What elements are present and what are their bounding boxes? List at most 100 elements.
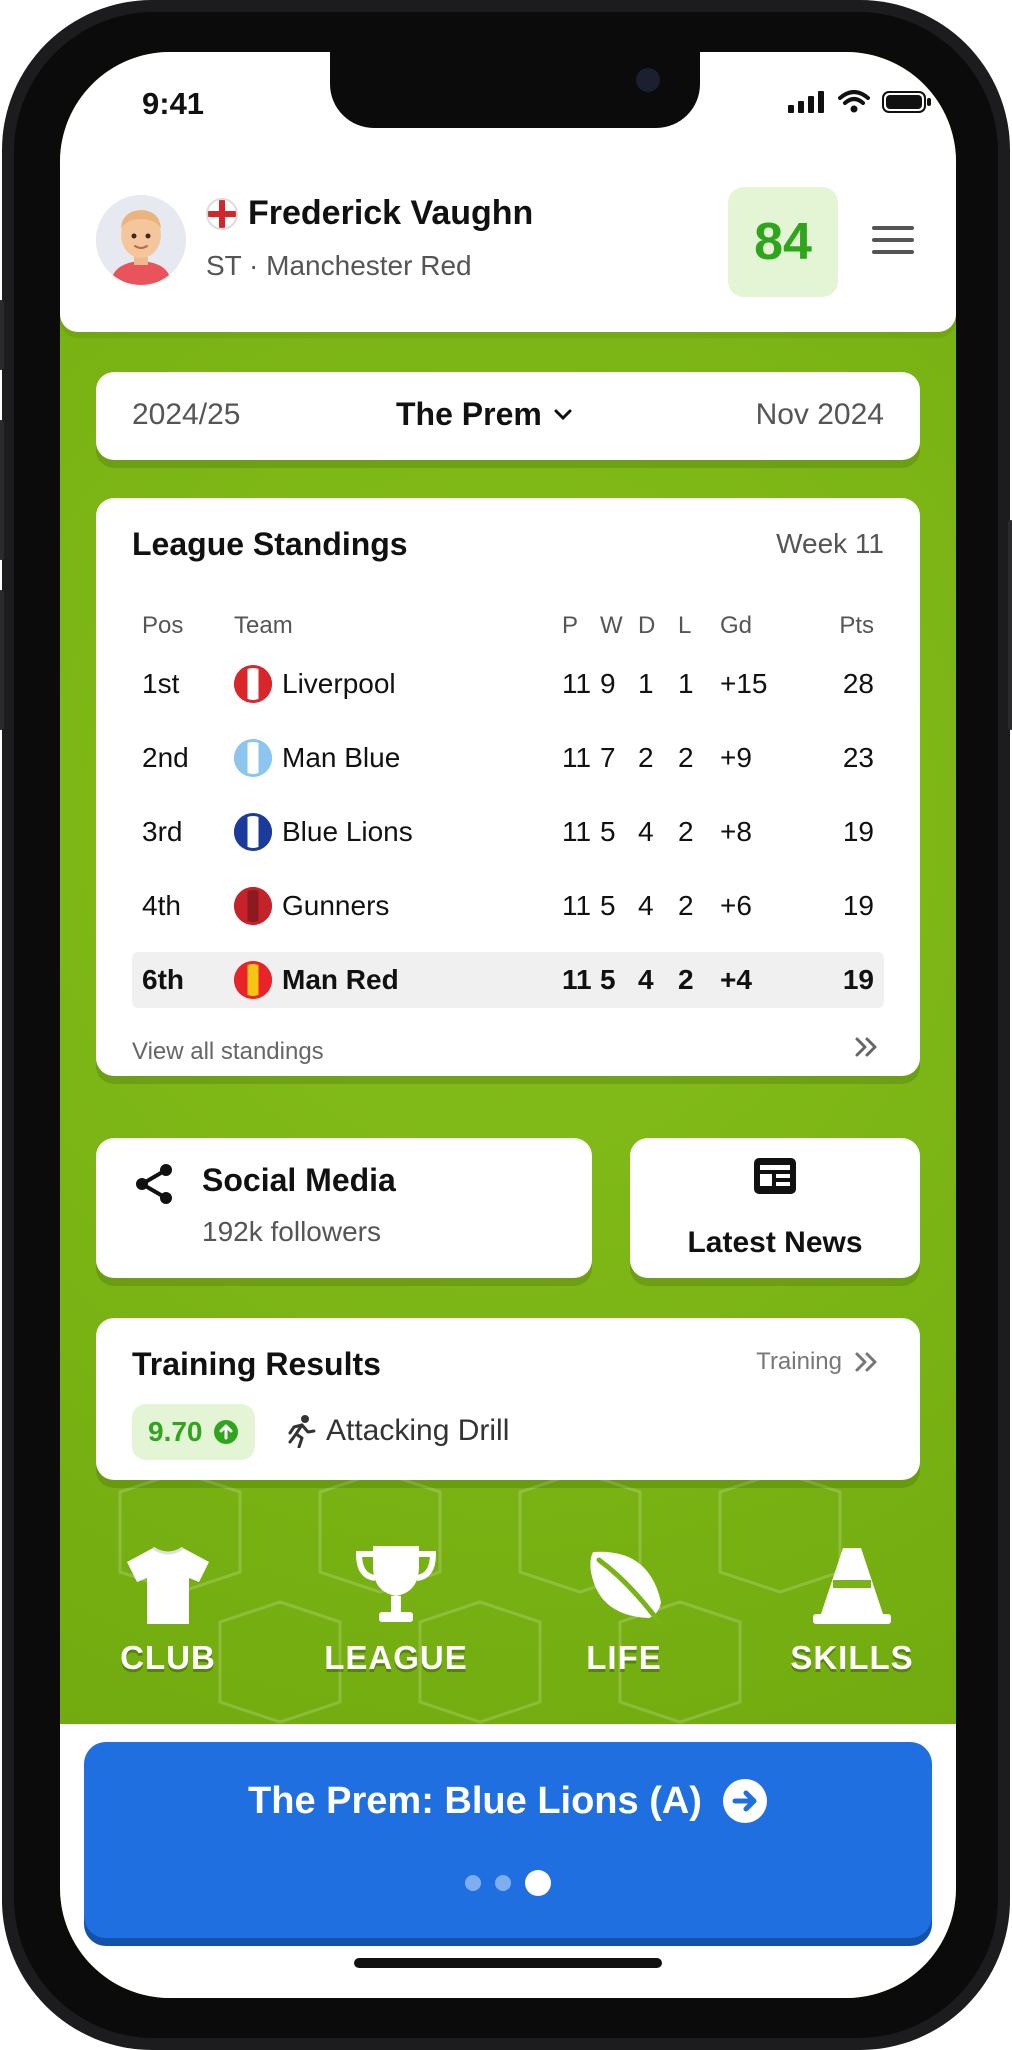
club-crest-icon: [234, 813, 272, 851]
row-team-name: Man Red: [282, 964, 399, 995]
player-name: Frederick Vaughn: [248, 194, 534, 232]
row-goal-difference: +8: [720, 816, 752, 847]
table-row[interactable]: 1st Liverpool 11 9 1 1 +15 28: [132, 656, 884, 712]
table-row[interactable]: 4th Gunners 11 5 4 2 +6 19: [132, 878, 884, 934]
arrow-right-circle-icon: [722, 1779, 767, 1823]
table-row[interactable]: 2nd Man Blue 11 7 2 2 +9 23: [132, 730, 884, 786]
wifi-icon: [838, 90, 870, 113]
league-standings-card: League Standings Week 11 Pos Team P W D …: [96, 498, 920, 1076]
row-drawn: 4: [638, 816, 654, 847]
next-match-label: The Prem: Blue Lions (A): [248, 1779, 702, 1822]
header-won: W: [600, 612, 623, 639]
social-media-card[interactable]: Social Media 192k followers: [96, 1138, 592, 1278]
nav-item-league[interactable]: LEAGUE: [296, 1542, 496, 1677]
england-flag-icon: [206, 197, 238, 230]
phone-frame: 9:41 Frederick Vaughn ST · Manchester Re…: [0, 0, 1012, 2050]
row-goal-difference: +15: [720, 668, 768, 699]
row-lost: 2: [678, 742, 694, 773]
share-icon: [136, 1164, 172, 1204]
header-played: P: [562, 612, 579, 639]
trophy-icon: [355, 1546, 437, 1622]
training-link[interactable]: Training: [756, 1348, 880, 1376]
table-row[interactable]: 3rd Blue Lions 11 5 4 2 +8 19: [132, 804, 884, 860]
latest-news-card[interactable]: Latest News: [630, 1138, 920, 1278]
training-link-label: Training: [756, 1348, 842, 1375]
double-chevron-right-icon: [855, 1352, 877, 1372]
nav-item-skills[interactable]: SKILLS: [752, 1542, 952, 1677]
club-crest-icon: [234, 887, 272, 925]
player-rating-badge: 84: [728, 187, 838, 297]
training-score-badge: 9.70: [132, 1404, 255, 1460]
standings-title: League Standings: [132, 526, 408, 562]
signal-icon: [788, 91, 824, 113]
social-followers: 192k followers: [202, 1216, 381, 1247]
carousel-dot-active[interactable]: [525, 1870, 551, 1896]
row-won: 5: [600, 890, 616, 921]
row-played: 11: [562, 816, 592, 847]
row-lost: 2: [678, 890, 694, 921]
app-screen: 9:41 Frederick Vaughn ST · Manchester Re…: [60, 52, 956, 1998]
league-dropdown[interactable]: The Prem: [396, 396, 572, 433]
row-team-name: Blue Lions: [282, 816, 413, 847]
training-title: Training Results: [132, 1346, 381, 1382]
nav-item-life[interactable]: LIFE: [524, 1542, 724, 1677]
club-crest-icon: [234, 961, 272, 999]
player-position-club: ST · Manchester Red: [206, 250, 472, 281]
row-points: 23: [842, 742, 874, 773]
battery-icon: [882, 91, 931, 113]
row-team: Liverpool: [234, 665, 396, 703]
header-lost: L: [678, 612, 692, 639]
training-drill-name: Attacking Drill: [326, 1414, 510, 1447]
nav-label-league: LEAGUE: [324, 1639, 468, 1676]
hamburger-menu-icon[interactable]: [872, 226, 914, 256]
next-match-button[interactable]: The Prem: Blue Lions (A): [84, 1742, 932, 1938]
row-team: Man Blue: [234, 739, 400, 777]
row-team: Gunners: [234, 887, 389, 925]
season-selector: 2024/25 The Prem Nov 2024: [96, 372, 920, 460]
standings-header-row: Pos Team P W D L Gd Pts: [132, 598, 884, 654]
leaf-icon: [590, 1551, 662, 1625]
carousel-dot[interactable]: [495, 1875, 511, 1891]
row-team-name: Gunners: [282, 890, 390, 921]
row-won: 7: [600, 742, 616, 773]
arrow-up-circle-icon: [213, 1420, 238, 1444]
home-indicator: [354, 1958, 662, 1968]
standings-week: Week 11: [776, 528, 884, 559]
league-dropdown-label: The Prem: [396, 396, 542, 432]
training-results-card: Training Results Training 9.70 Attacking…: [96, 1318, 920, 1480]
volume-up-button: [0, 420, 4, 560]
row-points: 28: [842, 668, 874, 699]
nav-label-skills: SKILLS: [790, 1639, 914, 1676]
device-notch: [330, 52, 700, 128]
row-lost: 2: [678, 964, 694, 995]
double-chevron-right-icon[interactable]: [854, 1032, 880, 1066]
header-team: Team: [234, 612, 293, 639]
row-team: Blue Lions: [234, 813, 413, 851]
row-played: 11: [562, 668, 592, 699]
row-points: 19: [842, 890, 874, 921]
nav-item-club[interactable]: CLUB: [68, 1542, 268, 1677]
power-button: [1008, 520, 1012, 730]
row-goal-difference: +9: [720, 742, 752, 773]
bottom-navigation: CLUB LEAGUE LIFE SKILLS: [60, 1542, 956, 1722]
chevron-down-icon: [554, 409, 572, 420]
season-year: 2024/25: [132, 398, 241, 431]
row-drawn: 4: [638, 890, 654, 921]
avatar[interactable]: [96, 195, 186, 285]
training-score: 9.70: [148, 1416, 203, 1447]
club-crest-icon: [234, 739, 272, 777]
player-name-row: Frederick Vaughn: [206, 194, 533, 233]
view-all-standings-link[interactable]: View all standings: [132, 1038, 324, 1066]
player-avatar-icon: [96, 195, 186, 285]
next-match-row: The Prem: Blue Lions (A): [84, 1778, 932, 1824]
row-lost: 2: [678, 816, 694, 847]
table-row-highlighted[interactable]: 6th Man Red 11 5 4 2 +4 19: [132, 952, 884, 1008]
row-won: 9: [600, 668, 616, 699]
carousel-dot[interactable]: [465, 1875, 481, 1891]
row-drawn: 1: [638, 668, 654, 699]
training-drill: Attacking Drill: [286, 1414, 509, 1448]
nav-label-life: LIFE: [586, 1639, 662, 1676]
row-goal-difference: +6: [720, 890, 752, 921]
row-won: 5: [600, 816, 616, 847]
header-pos: Pos: [142, 612, 184, 639]
